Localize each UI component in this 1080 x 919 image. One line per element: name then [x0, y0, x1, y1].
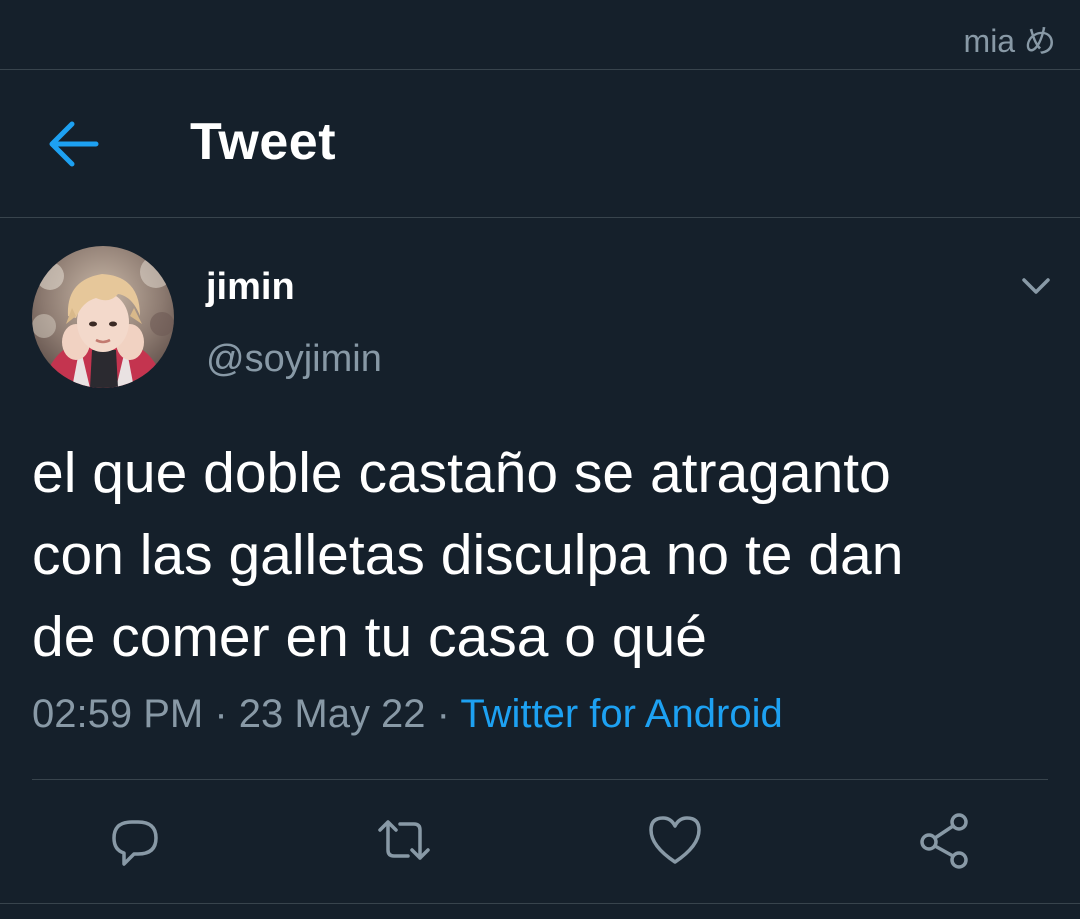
back-button[interactable]: [44, 116, 104, 172]
reply-icon: [112, 820, 158, 866]
chevron-down-icon: [1022, 278, 1050, 294]
page-title: Tweet: [190, 113, 337, 171]
tweet-text-line: el que doble castaño se atraganto: [32, 441, 891, 505]
avatar[interactable]: [32, 246, 174, 388]
like-button[interactable]: [643, 808, 707, 872]
display-name[interactable]: jimin: [206, 266, 295, 309]
meta-separator: ·: [425, 692, 461, 736]
header: Tweet: [0, 70, 1080, 217]
tweet-text-line: con las galletas disculpa no te dan: [32, 523, 904, 587]
avatar-photo: [32, 246, 174, 388]
tweet-source-link[interactable]: Twitter for Android: [460, 692, 782, 736]
share-icon: [920, 813, 968, 869]
meta-separator: ·: [203, 692, 239, 736]
share-button[interactable]: [913, 808, 977, 872]
tweet-text: el que doble castaño se atraganto con la…: [32, 432, 1052, 678]
tweet-menu-button[interactable]: [1014, 268, 1058, 302]
status-text: mia め: [963, 23, 1056, 59]
reply-button[interactable]: [102, 808, 166, 872]
tweet-time: 02:59 PM: [32, 692, 204, 736]
tweet-date: 23 May 22: [238, 692, 426, 736]
tweet-meta: 02:59 PM · 23 May 22 · Twitter for Andro…: [32, 692, 783, 737]
actions-divider: [32, 779, 1048, 780]
retweet-button[interactable]: [372, 808, 436, 872]
retweet-icon: [378, 820, 430, 860]
bottom-divider: [0, 903, 1080, 904]
status-bar: mia め: [0, 0, 1080, 69]
header-divider: [0, 217, 1080, 218]
arrow-left-icon: [49, 121, 99, 167]
tweet-text-line: de comer en tu casa o qué: [32, 605, 707, 669]
heart-icon: [649, 816, 701, 864]
user-handle[interactable]: @soyjimin: [206, 338, 382, 381]
